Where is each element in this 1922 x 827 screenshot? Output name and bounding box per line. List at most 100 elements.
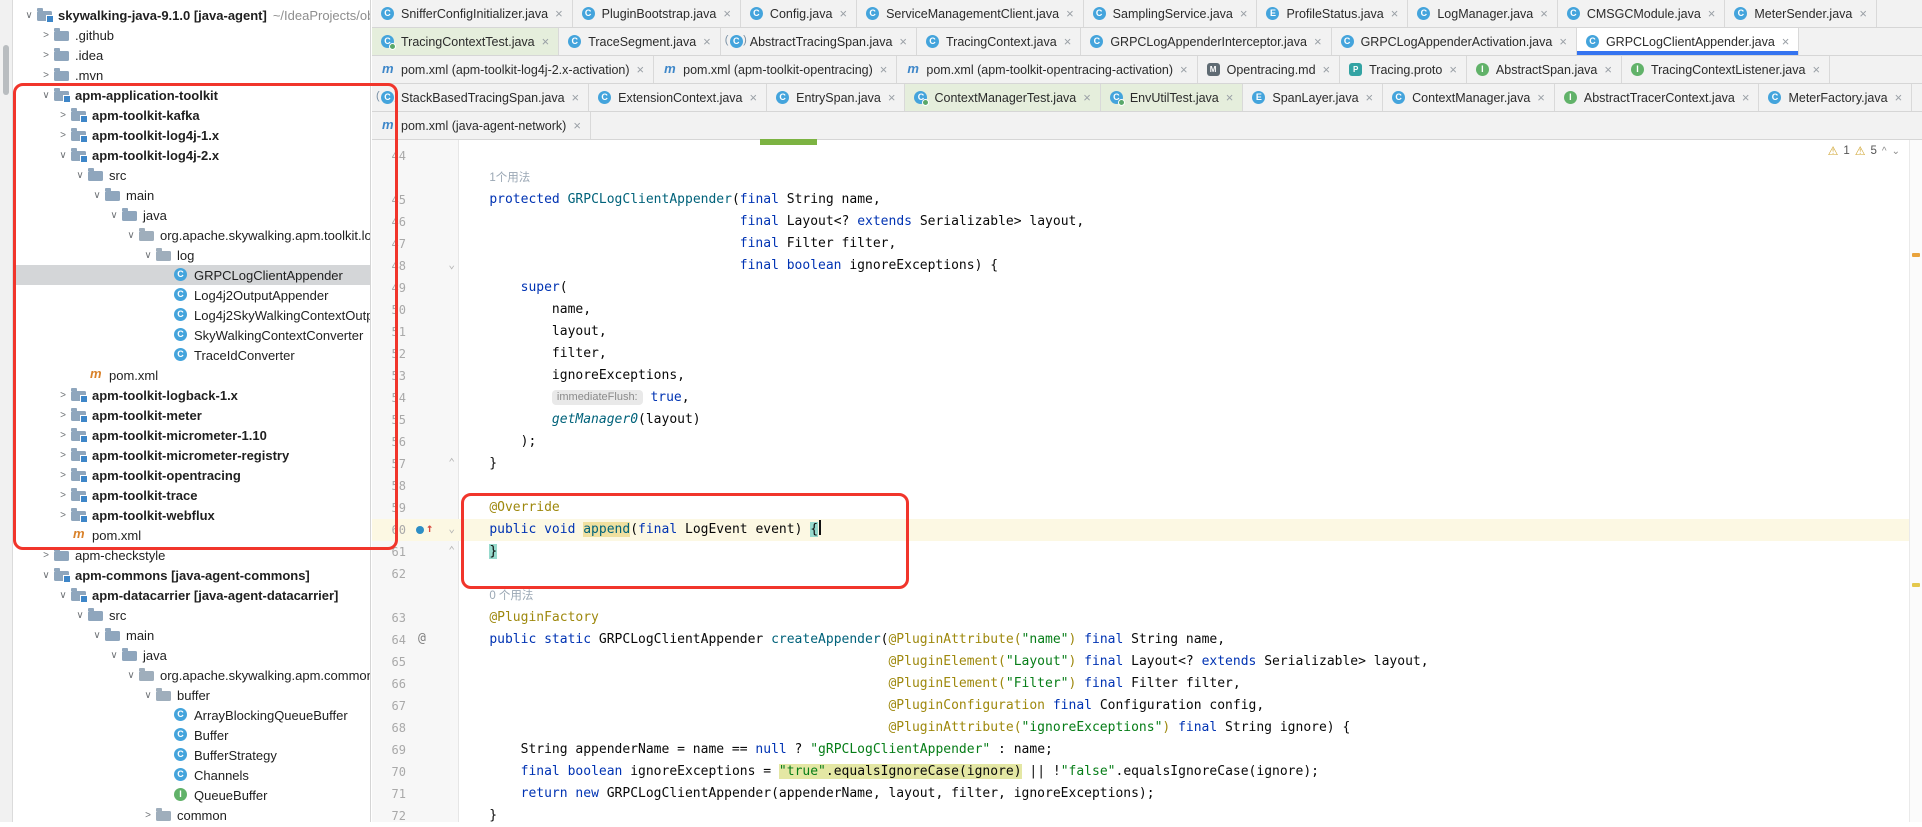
close-icon[interactable]: ×	[1314, 35, 1322, 48]
error-stripe[interactable]	[1909, 140, 1922, 822]
tab-abstractspan-java[interactable]: IAbstractSpan.java×	[1467, 56, 1622, 83]
code-line-61[interactable]: 61⌃ }	[372, 541, 1910, 563]
tab-metersender-java[interactable]: CMeterSender.java×	[1725, 0, 1877, 27]
chevron-closed-icon[interactable]: >	[55, 490, 71, 501]
code-text[interactable]: final Filter filter,	[458, 233, 1910, 255]
chevron-closed-icon[interactable]: >	[38, 70, 54, 81]
code-text[interactable]: @PluginAttribute("ignoreExceptions") fin…	[458, 717, 1910, 739]
close-icon[interactable]: ×	[1559, 35, 1567, 48]
close-icon[interactable]: ×	[637, 63, 645, 76]
code-text[interactable]: }	[458, 541, 1910, 563]
close-icon[interactable]: ×	[1742, 91, 1750, 104]
tab-spanlayer-java[interactable]: ESpanLayer.java×	[1243, 84, 1383, 111]
close-icon[interactable]: ×	[723, 7, 731, 20]
tool-stripe-handle[interactable]	[3, 45, 9, 95]
code-line-66[interactable]: 66 @PluginElement("Filter") final Filter…	[372, 673, 1910, 695]
tab-entryspan-java[interactable]: CEntrySpan.java×	[767, 84, 905, 111]
code-text[interactable]: filter,	[458, 343, 1910, 365]
close-icon[interactable]: ×	[555, 7, 563, 20]
tree-item-apm-toolkit-logback-1-x[interactable]: >apm-toolkit-logback-1.x	[13, 385, 370, 405]
tree-item-java[interactable]: ∨java	[13, 645, 370, 665]
chevron-closed-icon[interactable]: >	[140, 810, 156, 821]
tab-abstracttracingspan-java[interactable]: (C)AbstractTracingSpan.java×	[721, 28, 917, 55]
close-icon[interactable]: ×	[1604, 63, 1612, 76]
tree-item-apm-toolkit-meter[interactable]: >apm-toolkit-meter	[13, 405, 370, 425]
code-line-60[interactable]: 60↑⌄ public void append(final LogEvent e…	[372, 519, 1910, 541]
tree-item-src[interactable]: ∨src	[13, 165, 370, 185]
chevron-closed-icon[interactable]: >	[38, 30, 54, 41]
tree-item-buffer[interactable]: ∨buffer	[13, 685, 370, 705]
code-line-44[interactable]: 44	[372, 145, 1910, 167]
tree-item-skywalking-java-9-1-0-java-agent[interactable]: ∨skywalking-java-9.1.0 [java-agent]~/Ide…	[13, 5, 370, 25]
tree-item-apm-toolkit-kafka[interactable]: >apm-toolkit-kafka	[13, 105, 370, 125]
tab-tracesegment-java[interactable]: CTraceSegment.java×	[559, 28, 721, 55]
inlay-hint-row[interactable]: 0 个用法	[372, 585, 1910, 607]
close-icon[interactable]: ×	[1323, 63, 1331, 76]
tab-stackbasedtracingspan-java[interactable]: (C)StackBasedTracingSpan.java×	[372, 84, 589, 111]
close-icon[interactable]: ×	[1064, 35, 1072, 48]
code-text[interactable]: getManager0(layout)	[458, 409, 1910, 431]
tab-envutiltest-java[interactable]: CEnvUtilTest.java×	[1101, 84, 1244, 111]
close-icon[interactable]: ×	[1449, 63, 1457, 76]
tab-cmsgcmodule-java[interactable]: CCMSGCModule.java×	[1558, 0, 1726, 27]
close-icon[interactable]: ×	[703, 35, 711, 48]
code-text[interactable]: String appenderName = name == null ? "gR…	[458, 739, 1910, 761]
chevron-closed-icon[interactable]: >	[55, 510, 71, 521]
code-line-68[interactable]: 68 @PluginAttribute("ignoreExceptions") …	[372, 717, 1910, 739]
code-line-69[interactable]: 69 String appenderName = name == null ? …	[372, 739, 1910, 761]
error-stripe-mark[interactable]	[1912, 583, 1920, 587]
code-text[interactable]: }	[458, 453, 1910, 475]
tree-item-src[interactable]: ∨src	[13, 605, 370, 625]
code-line-62[interactable]: 62	[372, 563, 1910, 585]
code-text[interactable]: @PluginElement("Filter") final Filter fi…	[458, 673, 1910, 695]
tree-item-org-apache-skywalking-apm-commons-d[interactable]: ∨org.apache.skywalking.apm.commons.d	[13, 665, 370, 685]
tab-pom-xml-apm-toolkit-opentracing-activation[interactable]: mpom.xml (apm-toolkit-opentracing-activa…	[897, 56, 1197, 83]
tab-profilestatus-java[interactable]: EProfileStatus.java×	[1257, 0, 1408, 27]
close-icon[interactable]: ×	[1083, 91, 1091, 104]
chevron-open-icon[interactable]: ∨	[21, 10, 37, 21]
tree-item-log4j2outputappender[interactable]: CLog4j2OutputAppender	[13, 285, 370, 305]
code-text[interactable]: @Override	[458, 497, 1910, 519]
chevron-open-icon[interactable]: ∨	[106, 210, 122, 221]
code-text[interactable]: @PluginFactory	[458, 607, 1910, 629]
code-line-47[interactable]: 47 final Filter filter,	[372, 233, 1910, 255]
code-text[interactable]: );	[458, 431, 1910, 453]
close-icon[interactable]: ×	[542, 35, 550, 48]
code-text[interactable]: final boolean ignoreExceptions) {	[458, 255, 1910, 277]
tree-item-traceidconverter[interactable]: CTraceIdConverter	[13, 345, 370, 365]
tree-item-java[interactable]: ∨java	[13, 205, 370, 225]
next-issue-chevron-icon[interactable]: ⌄	[1892, 146, 1900, 157]
chevron-open-icon[interactable]: ∨	[38, 90, 54, 101]
chevron-open-icon[interactable]: ∨	[106, 650, 122, 661]
code-text[interactable]: @PluginElement("Layout") final Layout<? …	[458, 651, 1910, 673]
code-line-65[interactable]: 65 @PluginElement("Layout") final Layout…	[372, 651, 1910, 673]
tree-item-apm-application-toolkit[interactable]: ∨apm-application-toolkit	[13, 85, 370, 105]
code-line-50[interactable]: 50 name,	[372, 299, 1910, 321]
code-text[interactable]: public static GRPCLogClientAppender crea…	[458, 629, 1910, 651]
tree-item-apm-checkstyle[interactable]: >apm-checkstyle	[13, 545, 370, 565]
chevron-closed-icon[interactable]: >	[55, 410, 71, 421]
code-line-46[interactable]: 46 final Layout<? extends Serializable> …	[372, 211, 1910, 233]
code-line-67[interactable]: 67 @PluginConfiguration final Configurat…	[372, 695, 1910, 717]
tree-item-arrayblockingqueuebuffer[interactable]: CArrayBlockingQueueBuffer	[13, 705, 370, 725]
chevron-open-icon[interactable]: ∨	[123, 230, 139, 241]
chevron-closed-icon[interactable]: >	[38, 550, 54, 561]
tab-pom-xml-apm-toolkit-opentracing[interactable]: mpom.xml (apm-toolkit-opentracing)×	[654, 56, 897, 83]
close-icon[interactable]: ×	[1391, 7, 1399, 20]
tree-item-apm-toolkit-webflux[interactable]: >apm-toolkit-webflux	[13, 505, 370, 525]
tree-item-idea[interactable]: >.idea	[13, 45, 370, 65]
code-text[interactable]: protected GRPCLogClientAppender(final St…	[458, 189, 1910, 211]
close-icon[interactable]: ×	[572, 91, 580, 104]
chevron-open-icon[interactable]: ∨	[89, 190, 105, 201]
chevron-closed-icon[interactable]: >	[55, 130, 71, 141]
code-line-48[interactable]: 48⌄ final boolean ignoreExceptions) {	[372, 255, 1910, 277]
chevron-open-icon[interactable]: ∨	[38, 570, 54, 581]
close-icon[interactable]: ×	[1226, 91, 1234, 104]
tree-item-skywalkingcontextconverter[interactable]: CSkyWalkingContextConverter	[13, 325, 370, 345]
tree-item-common[interactable]: >common	[13, 805, 370, 822]
tab-contextmanager-java[interactable]: CContextManager.java×	[1383, 84, 1555, 111]
tree-item-bufferstrategy[interactable]: CBufferStrategy	[13, 745, 370, 765]
tab-pom-xml-java-agent-network[interactable]: mpom.xml (java-agent-network)×	[372, 112, 591, 139]
chevron-closed-icon[interactable]: >	[55, 430, 71, 441]
tree-item-apm-toolkit-micrometer-registry[interactable]: >apm-toolkit-micrometer-registry	[13, 445, 370, 465]
